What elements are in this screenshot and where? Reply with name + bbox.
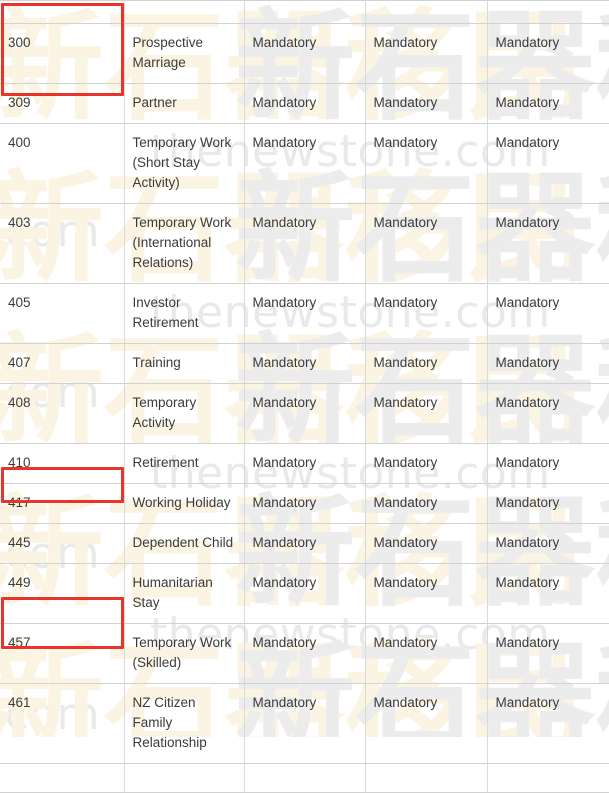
visa-requirements-table: 300 Prospective Marriage Mandatory Mandator… (0, 0, 609, 793)
requirement-cell: Mandatory (243, 523, 366, 564)
table-cell (243, 763, 366, 793)
visa-name-cell: Prospective Marriage (123, 23, 245, 84)
table-cell (123, 763, 245, 793)
requirement-cell: Mandatory (486, 343, 609, 384)
visa-name-cell: Dependent Child (123, 523, 245, 564)
visa-code-cell: 461 (0, 683, 125, 764)
requirement-cell: Mandatory (486, 123, 609, 204)
table-row: 408 Temporary Activity Mandatory Mandatory M… (0, 383, 609, 444)
table-body: 300 Prospective Marriage Mandatory Mandator… (0, 0, 609, 793)
requirement-cell: Mandatory (486, 203, 609, 284)
requirement-cell: Mandatory (364, 523, 488, 564)
table-row: 457 Temporary Work (Skilled) Mandatory Mand… (0, 623, 609, 684)
table-cell (486, 0, 609, 24)
requirement-cell: Mandatory (364, 83, 488, 124)
visa-name-cell: Retirement (123, 443, 245, 484)
requirement-cell: Mandatory (364, 683, 488, 764)
requirement-cell: Mandatory (364, 443, 488, 484)
visa-name-cell: Training (123, 343, 245, 384)
requirement-cell: Mandatory (243, 203, 366, 284)
visa-code-cell: 403 (0, 203, 125, 284)
requirement-cell: Mandatory (243, 623, 366, 684)
visa-code-cell: 407 (0, 343, 125, 384)
requirement-cell: Mandatory (364, 23, 488, 84)
table-row: 417 Working Holiday Mandatory Mandatory Mand… (0, 483, 609, 524)
visa-code-cell: 445 (0, 523, 125, 564)
visa-name-cell: Temporary Work (International Relations) (123, 203, 245, 284)
visa-name-cell: Temporary Activity (123, 383, 245, 444)
table-row: 445 Dependent Child Mandatory Mandatory Mand… (0, 523, 609, 564)
visa-code-cell: 410 (0, 443, 125, 484)
requirement-cell: Mandatory (243, 483, 366, 524)
requirement-cell: Mandatory (364, 203, 488, 284)
requirement-cell: Mandatory (486, 23, 609, 84)
table-row-partial-bottom (0, 763, 609, 793)
table-row: 407 Training Mandatory Mandatory Mandatory (0, 343, 609, 384)
requirement-cell: Mandatory (486, 523, 609, 564)
requirement-cell: Mandatory (243, 563, 366, 624)
requirement-cell: Mandatory (364, 623, 488, 684)
requirement-cell: Mandatory (243, 23, 366, 84)
visa-code-cell: 300 (0, 23, 125, 84)
requirement-cell: Mandatory (243, 683, 366, 764)
table-row: 449 Humanitarian Stay Mandatory Mandatory Ma… (0, 563, 609, 624)
table-cell (123, 0, 245, 24)
visa-name-cell: Working Holiday (123, 483, 245, 524)
requirement-cell: Mandatory (243, 283, 366, 344)
table-cell (0, 763, 125, 793)
requirement-cell: Mandatory (486, 483, 609, 524)
table-cell (243, 0, 366, 24)
requirement-cell: Mandatory (486, 283, 609, 344)
table-row: 410 Retirement Mandatory Mandatory Mandatory (0, 443, 609, 484)
requirement-cell: Mandatory (364, 383, 488, 444)
requirement-cell: Mandatory (243, 383, 366, 444)
requirement-cell: Mandatory (243, 443, 366, 484)
requirement-cell: Mandatory (364, 483, 488, 524)
visa-name-cell: Temporary Work (Skilled) (123, 623, 245, 684)
visa-name-cell: Temporary Work (Short Stay Activity) (123, 123, 245, 204)
table-cell (486, 763, 609, 793)
visa-name-cell: Investor Retirement (123, 283, 245, 344)
table-cell (0, 0, 125, 24)
table-row: 405 Investor Retirement Mandatory Mandatory… (0, 283, 609, 344)
visa-name-cell: Partner (123, 83, 245, 124)
requirement-cell: Mandatory (486, 443, 609, 484)
requirement-cell: Mandatory (243, 123, 366, 204)
table-cell (364, 0, 488, 24)
table-row: 403 Temporary Work (International Relatio… (0, 203, 609, 284)
requirement-cell: Mandatory (364, 343, 488, 384)
requirement-cell: Mandatory (486, 383, 609, 444)
requirement-cell: Mandatory (486, 683, 609, 764)
visa-name-cell: NZ Citizen Family Relationship (123, 683, 245, 764)
table-row: 400 Temporary Work (Short Stay Activity) M… (0, 123, 609, 204)
table-row: 300 Prospective Marriage Mandatory Mandator… (0, 23, 609, 84)
visa-code-cell: 408 (0, 383, 125, 444)
requirement-cell: Mandatory (364, 283, 488, 344)
visa-code-cell: 400 (0, 123, 125, 204)
table-row-partial-top (0, 0, 609, 24)
requirement-cell: Mandatory (364, 123, 488, 204)
table-cell (364, 763, 488, 793)
visa-code-cell: 457 (0, 623, 125, 684)
visa-code-cell: 449 (0, 563, 125, 624)
table-row: 461 NZ Citizen Family Relationship Mandato… (0, 683, 609, 764)
requirement-cell: Mandatory (486, 623, 609, 684)
requirement-cell: Mandatory (243, 343, 366, 384)
requirement-cell: Mandatory (486, 83, 609, 124)
visa-code-cell: 417 (0, 483, 125, 524)
visa-code-cell: 405 (0, 283, 125, 344)
visa-code-cell: 309 (0, 83, 125, 124)
table-row: 309 Partner Mandatory Mandatory Mandatory (0, 83, 609, 124)
requirement-cell: Mandatory (364, 563, 488, 624)
visa-name-cell: Humanitarian Stay (123, 563, 245, 624)
requirement-cell: Mandatory (486, 563, 609, 624)
requirement-cell: Mandatory (243, 83, 366, 124)
